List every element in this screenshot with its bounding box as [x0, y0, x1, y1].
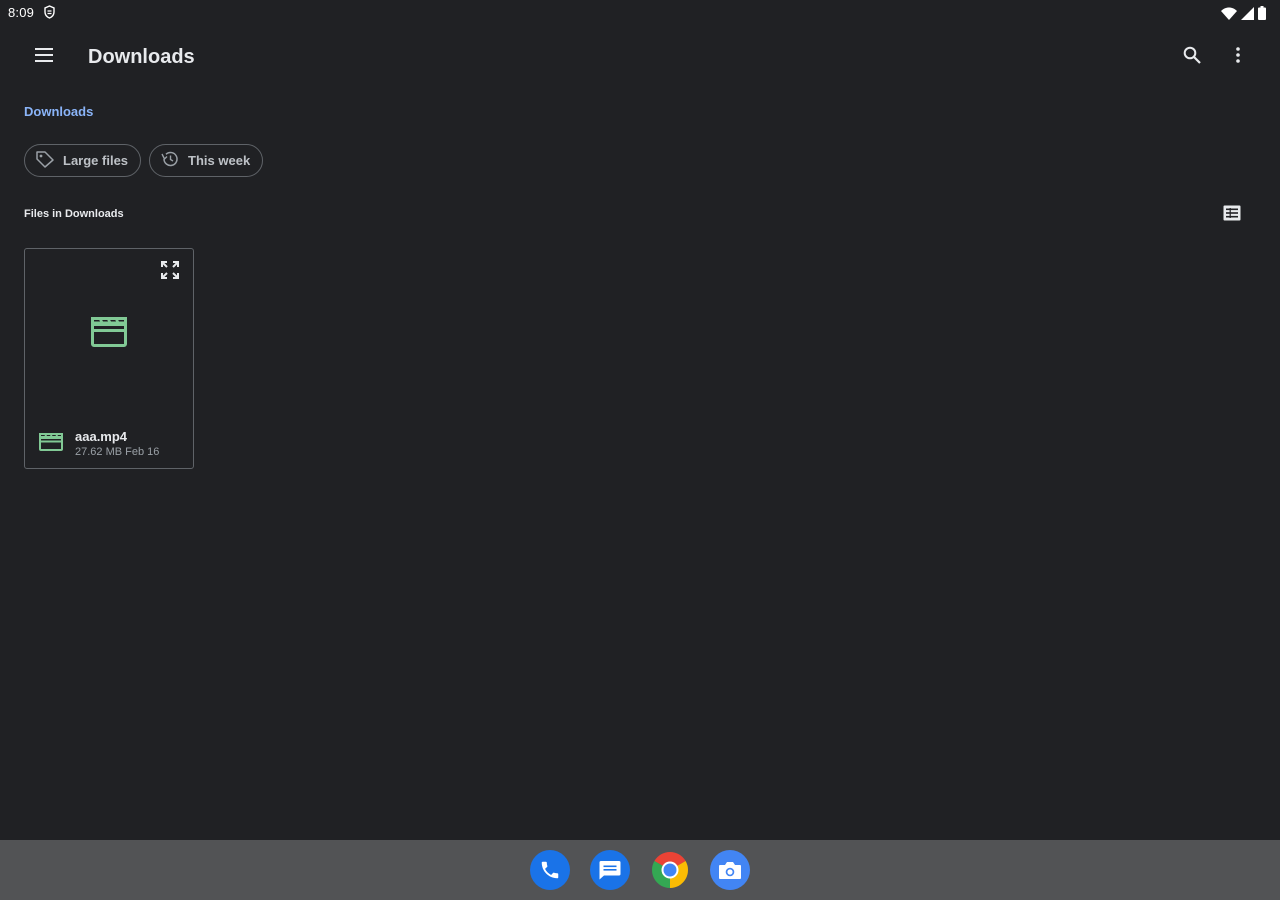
battery-icon	[1258, 6, 1266, 25]
section-title: Files in Downloads	[24, 208, 124, 220]
phone-app-icon[interactable]	[530, 850, 570, 890]
file-info: aaa.mp4 27.62 MB Feb 16	[39, 429, 159, 460]
list-view-icon	[1223, 205, 1241, 226]
expand-preview-button[interactable]	[159, 260, 181, 284]
status-time: 8:09	[8, 5, 35, 20]
camera-app-icon[interactable]	[710, 850, 750, 890]
menu-icon	[35, 47, 53, 67]
screen: 8:09 Downloads Downloads Large files Thi…	[0, 0, 1280, 900]
messages-app-icon[interactable]	[590, 850, 630, 890]
history-clock-icon	[160, 150, 180, 171]
fullscreen-icon	[161, 260, 179, 284]
menu-button[interactable]	[24, 37, 64, 77]
status-bar: 8:09	[0, 0, 1280, 26]
this-week-chip[interactable]: This week	[149, 144, 264, 177]
chrome-app-icon[interactable]	[650, 850, 690, 890]
movie-clapperboard-icon	[91, 317, 127, 352]
file-name: aaa.mp4	[75, 429, 128, 444]
status-icons	[1221, 6, 1266, 25]
more-options-button[interactable]	[1218, 37, 1258, 77]
breadcrumb[interactable]: Downloads	[24, 104, 93, 119]
chip-label: This week	[188, 153, 251, 168]
search-icon	[1183, 46, 1201, 69]
large-files-chip[interactable]: Large files	[24, 144, 142, 177]
filter-chips: Large files This week	[24, 144, 264, 177]
shield-icon	[44, 5, 55, 24]
file-meta: 27.62 MB Feb 16	[75, 446, 160, 458]
search-button[interactable]	[1172, 37, 1212, 77]
cellular-signal-icon	[1241, 6, 1254, 25]
app-bar: Downloads	[0, 26, 1280, 88]
file-text: aaa.mp4 27.62 MB Feb 16	[75, 429, 159, 460]
dock	[0, 840, 1280, 900]
view-toggle-button[interactable]	[1216, 200, 1248, 230]
page-title: Downloads	[88, 46, 195, 68]
file-card[interactable]: aaa.mp4 27.62 MB Feb 16	[24, 248, 194, 469]
label-tag-icon	[35, 150, 55, 171]
movie-clapperboard-icon	[39, 433, 63, 456]
wifi-icon	[1221, 6, 1237, 25]
more-vert-icon	[1236, 46, 1240, 68]
chip-label: Large files	[63, 153, 129, 168]
